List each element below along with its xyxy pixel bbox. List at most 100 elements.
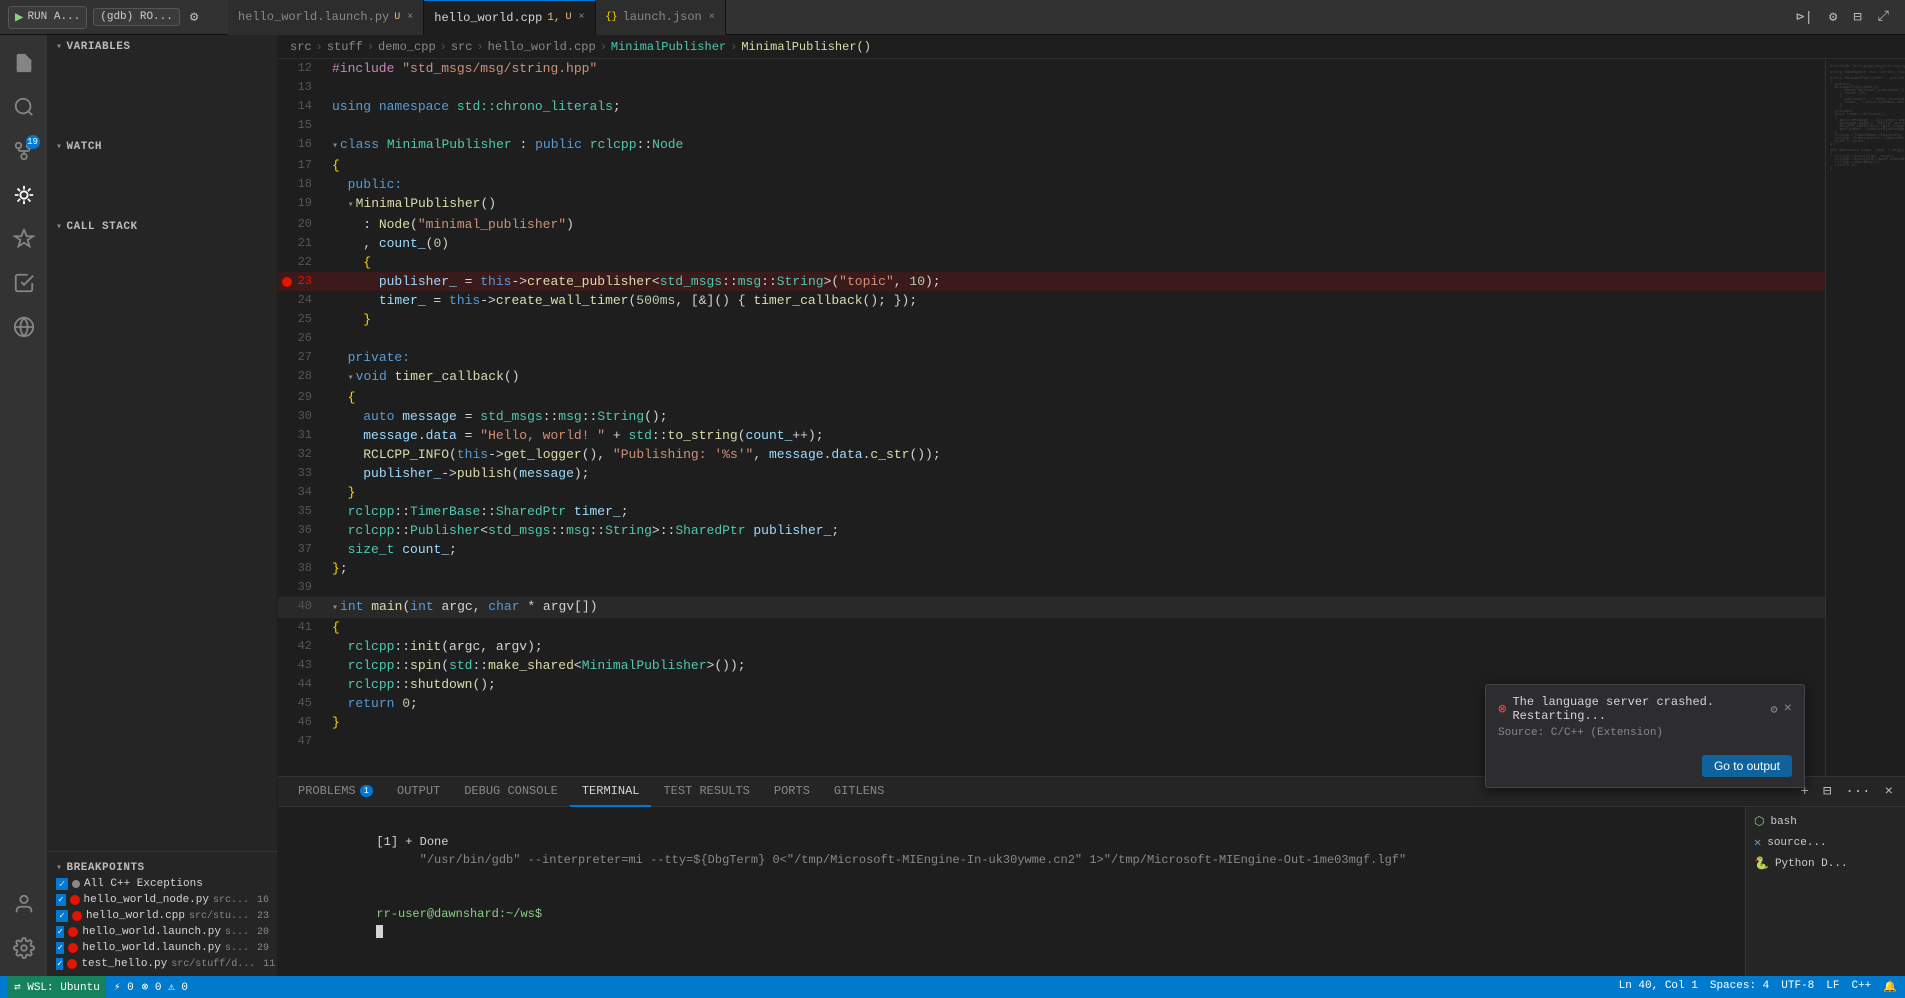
python-icon: 🐍 [1754, 856, 1769, 871]
status-remote[interactable]: ⇄ WSL: Ubuntu [8, 976, 106, 998]
watch-fold-arrow[interactable] [56, 141, 63, 153]
tab-close-icon[interactable]: × [407, 12, 413, 23]
bp-checkbox[interactable]: ✓ [56, 942, 64, 954]
tab-gitlens[interactable]: GITLENS [822, 777, 896, 807]
tab-hello-world-launch-py[interactable]: hello_world.launch.py U × [228, 0, 424, 35]
tab-output[interactable]: OUTPUT [385, 777, 452, 807]
activity-git-icon[interactable]: 19 [4, 131, 44, 171]
code-line: 33 publisher_->publish(message); [278, 464, 1825, 483]
more-actions-icon[interactable]: ··· [1841, 782, 1874, 802]
bp-checkbox[interactable]: ✓ [56, 958, 63, 970]
status-notifications-icon[interactable]: 🔔 [1883, 980, 1897, 994]
activity-settings-icon[interactable] [4, 928, 44, 968]
terminal-source-item[interactable]: ✕ source... [1746, 832, 1905, 853]
notification-error-icon: ⊗ [1498, 701, 1506, 718]
tab-modified-indicator: U [566, 12, 572, 23]
status-eol[interactable]: LF [1826, 980, 1839, 994]
split-terminal-icon[interactable]: ⊟ [1819, 781, 1835, 802]
tab-terminal[interactable]: TERMINAL [570, 777, 652, 807]
activity-remote-icon[interactable] [4, 307, 44, 347]
variables-fold-arrow[interactable] [56, 41, 63, 53]
bp-dot [67, 959, 77, 969]
activity-search-icon[interactable] [4, 87, 44, 127]
close-panel-icon[interactable]: × [1881, 782, 1897, 802]
run-dropdown[interactable]: ▶ RUN A... [8, 6, 87, 29]
bp-item-2[interactable]: ✓ hello_world.cpp src/stu... 23 [48, 908, 277, 924]
line-number: 45 [278, 694, 328, 713]
notification-close-icon[interactable]: × [1784, 701, 1792, 717]
bp-all-cpp[interactable]: ✓ All C++ Exceptions [48, 876, 277, 892]
breadcrumb-stuff[interactable]: stuff [327, 40, 363, 54]
line-content: { [328, 618, 1825, 637]
tab-launch-json[interactable]: {} launch.json × [596, 0, 726, 35]
panel-actions: + ⊟ ··· × [1797, 781, 1897, 802]
tab-close-icon[interactable]: × [709, 12, 715, 23]
debug-dropdown[interactable]: (gdb) RO... [93, 8, 180, 26]
line-number: 20 [278, 215, 328, 234]
notification-settings-icon[interactable]: ⚙ [1770, 702, 1777, 717]
breadcrumb-method[interactable]: MinimalPublisher() [741, 40, 871, 54]
terminal-python-item[interactable]: 🐍 Python D... [1746, 853, 1905, 874]
bp-item-4[interactable]: ✓ hello_world.launch.py s... 29 [48, 940, 277, 956]
bp-checkbox[interactable]: ✓ [56, 894, 66, 906]
code-editor[interactable]: 12 #include "std_msgs/msg/string.hpp" 13… [278, 59, 1825, 776]
breadcrumb-file[interactable]: hello_world.cpp [488, 40, 596, 54]
bp-item-3[interactable]: ✓ hello_world.launch.py s... 20 [48, 924, 277, 940]
activity-testing-icon[interactable] [4, 263, 44, 303]
breakpoint-dot [282, 277, 292, 287]
line-content: using namespace std::chrono_literals; [328, 97, 1825, 116]
code-lines: 12 #include "std_msgs/msg/string.hpp" 13… [278, 59, 1825, 771]
bp-item-5[interactable]: ✓ test_hello.py src/stuff/d... 11 [48, 956, 277, 972]
tab-debug-console[interactable]: DEBUG CONSOLE [452, 777, 570, 807]
layout-icon[interactable]: ⊟ [1849, 7, 1865, 28]
activity-files-icon[interactable] [4, 43, 44, 83]
activity-debug-icon[interactable] [4, 175, 44, 215]
status-errors: ⊗ 0 ⚠ 0 [142, 980, 188, 994]
status-language[interactable]: C++ [1851, 980, 1871, 994]
bp-item-1[interactable]: ✓ hello_world_node.py src... 16 [48, 892, 277, 908]
activity-extensions-icon[interactable] [4, 219, 44, 259]
bp-dot [70, 895, 80, 905]
breadcrumb-src[interactable]: src [290, 40, 312, 54]
activity-account-icon[interactable] [4, 884, 44, 924]
tab-ports[interactable]: PORTS [762, 777, 822, 807]
variables-section-header[interactable]: VARIABLES [48, 35, 277, 55]
terminal-content[interactable]: [1] + Done "/usr/bin/gdb" --interpreter=… [278, 807, 1745, 976]
breadcrumb-class[interactable]: MinimalPublisher [611, 40, 726, 54]
bp-checkbox[interactable]: ✓ [56, 926, 64, 938]
status-spaces[interactable]: Spaces: 4 [1710, 980, 1769, 994]
call-stack-section-header[interactable]: CALL STACK [48, 215, 277, 235]
code-line-current: 40 int main(int argc, char * argv[]) [278, 597, 1825, 618]
code-line: 36 rclcpp::Publisher<std_msgs::msg::Stri… [278, 521, 1825, 540]
line-number: 32 [278, 445, 328, 464]
main-layout: 19 VARIABLES [0, 35, 1905, 976]
run-split-icon[interactable]: ⊳| [1792, 7, 1817, 28]
watch-section-header[interactable]: WATCH [48, 135, 277, 155]
line-content: }; [328, 559, 1825, 578]
code-line: 41 { [278, 618, 1825, 637]
status-encoding[interactable]: UTF-8 [1781, 980, 1814, 994]
breadcrumb-src2[interactable]: src [451, 40, 473, 54]
breakpoints-fold-arrow[interactable] [56, 862, 63, 874]
status-cursor-position[interactable]: Ln 40, Col 1 [1619, 980, 1698, 994]
line-content: #include "std_msgs/msg/string.hpp" [328, 59, 1825, 78]
expand-icon[interactable]: ⤢ [1874, 7, 1893, 27]
tab-hello-world-cpp[interactable]: hello_world.cpp 1, U × [424, 0, 595, 35]
tab-test-results[interactable]: TEST RESULTS [651, 777, 761, 807]
tab-close-icon[interactable]: × [579, 12, 585, 23]
bp-dot [72, 880, 80, 888]
line-number: 34 [278, 483, 328, 502]
settings-gear-icon[interactable]: ⚙ [1825, 7, 1841, 28]
tab-problems[interactable]: PROBLEMS 1 [286, 777, 385, 807]
tab-label: PROBLEMS [298, 784, 356, 798]
goto-output-button[interactable]: Go to output [1702, 755, 1792, 777]
settings-icon[interactable]: ⚙ [186, 7, 202, 28]
bp-checkbox[interactable]: ✓ [56, 878, 68, 890]
breakpoints-section-header[interactable]: BREAKPOINTS [48, 856, 277, 876]
call-stack-fold-arrow[interactable] [56, 221, 63, 233]
breadcrumb-demo-cpp[interactable]: demo_cpp [378, 40, 436, 54]
terminal-bash-item[interactable]: ⬡ bash [1746, 811, 1905, 832]
code-line: 16 class MinimalPublisher : public rclcp… [278, 135, 1825, 156]
bp-dot [72, 911, 82, 921]
bp-checkbox[interactable]: ✓ [56, 910, 68, 922]
